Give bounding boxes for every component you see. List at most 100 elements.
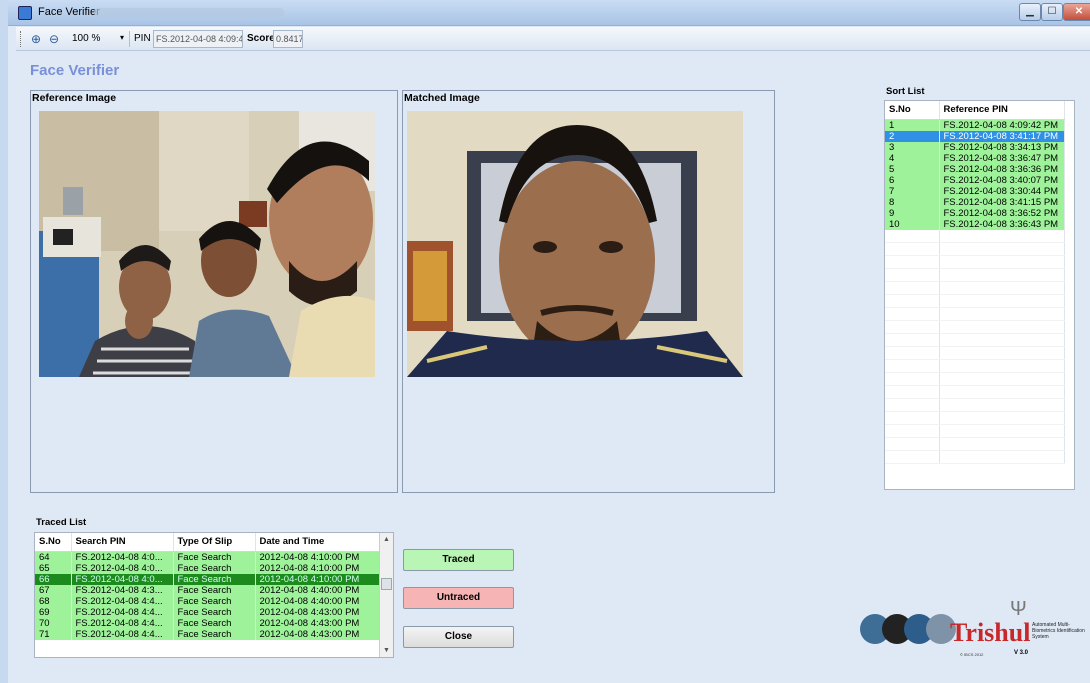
type-of-slip-cell: Face Search xyxy=(173,606,256,618)
logo-version: V 3.0 xyxy=(1014,650,1029,656)
date-time-cell: 2012-04-08 4:43:00 PM xyxy=(255,617,381,629)
table-row[interactable]: 67 FS.2012-04-08 4:3... Face Search 2012-04… xyxy=(35,584,381,596)
table-row[interactable]: 68 FS.2012-04-08 4:4... Face Search 2012-04… xyxy=(35,595,381,607)
date-time-cell: 2012-04-08 4:43:00 PM xyxy=(255,628,381,640)
sort-list-grid[interactable]: S.No Reference PIN 1 FS.2012-04-08 4:09:4… xyxy=(884,100,1075,490)
table-row[interactable]: 66 FS.2012-04-08 4:0... Face Search 2012-04… xyxy=(35,573,381,585)
traced-list-title: Traced List xyxy=(36,517,87,528)
column-header-type-of-slip[interactable]: Type Of Slip xyxy=(173,533,256,552)
sno-cell: 64 xyxy=(35,551,72,563)
column-header-search-pin[interactable]: Search PIN xyxy=(71,533,174,552)
score-label: Score xyxy=(247,33,275,44)
table-row[interactable]: 71 FS.2012-04-08 4:4... Face Search 2012-04… xyxy=(35,628,381,640)
sno-cell: 1 xyxy=(885,119,940,131)
type-of-slip-cell: Face Search xyxy=(173,617,256,629)
close-button[interactable]: Close xyxy=(403,626,514,648)
table-row[interactable]: 70 FS.2012-04-08 4:4... Face Search 2012-04… xyxy=(35,617,381,629)
empty-row xyxy=(885,398,1065,412)
window-title: Face Verifier xyxy=(38,6,100,18)
logo-subtitle: Automated Multi-Biometrics Identificatio… xyxy=(1032,622,1085,640)
close-window-button[interactable]: ✕ xyxy=(1063,3,1090,21)
toolbar: ⊕ ⊖ 100 % ▾ PIN FS.2012-04-08 4:09:4 Sco… xyxy=(16,27,1090,51)
reference-photo xyxy=(39,111,375,377)
empty-row xyxy=(885,346,1065,360)
table-row[interactable]: 2 FS.2012-04-08 3:41:17 PM xyxy=(885,130,1065,142)
date-time-cell: 2012-04-08 4:40:00 PM xyxy=(255,584,381,596)
empty-row xyxy=(885,307,1065,321)
title-bar[interactable]: Face Verifier ▁ ☐ ✕ xyxy=(8,0,1090,26)
sno-cell: 71 xyxy=(35,628,72,640)
search-pin-cell: FS.2012-04-08 4:4... xyxy=(71,595,174,607)
table-row[interactable]: 9 FS.2012-04-08 3:36:52 PM xyxy=(885,207,1065,219)
table-row[interactable]: 1 FS.2012-04-08 4:09:42 PM xyxy=(885,119,1065,131)
type-of-slip-cell: Face Search xyxy=(173,595,256,607)
search-pin-cell: FS.2012-04-08 4:4... xyxy=(71,617,174,629)
scrollbar-thumb[interactable] xyxy=(381,578,392,590)
table-row[interactable]: 69 FS.2012-04-08 4:4... Face Search 2012-04… xyxy=(35,606,381,618)
search-pin-cell: FS.2012-04-08 4:0... xyxy=(71,573,174,585)
sno-cell: 7 xyxy=(885,185,940,197)
table-row[interactable]: 3 FS.2012-04-08 3:34:13 PM xyxy=(885,141,1065,153)
blurred-title-region xyxy=(94,8,284,17)
zoom-in-icon[interactable]: ⊕ xyxy=(28,31,44,47)
date-time-cell: 2012-04-08 4:40:00 PM xyxy=(255,595,381,607)
reference-pin-cell: FS.2012-04-08 4:09:42 PM xyxy=(939,119,1065,131)
reference-image-panel: Reference Image xyxy=(30,90,398,493)
table-row[interactable]: 65 FS.2012-04-08 4:0... Face Search 2012-04… xyxy=(35,562,381,574)
zoom-out-icon[interactable]: ⊖ xyxy=(46,31,62,47)
empty-row xyxy=(885,385,1065,399)
sno-cell: 3 xyxy=(885,141,940,153)
empty-row xyxy=(885,294,1065,308)
sno-cell: 70 xyxy=(35,617,72,629)
pin-label: PIN xyxy=(134,33,151,44)
table-row[interactable]: 10 FS.2012-04-08 3:36:43 PM xyxy=(885,218,1065,230)
type-of-slip-cell: Face Search xyxy=(173,584,256,596)
search-pin-cell: FS.2012-04-08 4:3... xyxy=(71,584,174,596)
sno-cell: 69 xyxy=(35,606,72,618)
toolbar-separator xyxy=(129,31,130,47)
column-header-reference-pin[interactable]: Reference PIN xyxy=(939,101,1065,120)
table-row[interactable]: 5 FS.2012-04-08 3:36:36 PM xyxy=(885,163,1065,175)
scroll-down-icon[interactable]: ▼ xyxy=(380,644,393,657)
table-row[interactable]: 7 FS.2012-04-08 3:30:44 PM xyxy=(885,185,1065,197)
empty-row xyxy=(885,372,1065,386)
empty-row xyxy=(885,437,1065,451)
pin-field[interactable]: FS.2012-04-08 4:09:4 xyxy=(153,30,243,48)
reference-pin-cell: FS.2012-04-08 3:41:15 PM xyxy=(939,196,1065,208)
search-pin-cell: FS.2012-04-08 4:4... xyxy=(71,628,174,640)
toolbar-grip[interactable] xyxy=(20,31,23,47)
table-row[interactable]: 8 FS.2012-04-08 3:41:15 PM xyxy=(885,196,1065,208)
traced-button[interactable]: Traced xyxy=(403,549,514,571)
traced-list-grid[interactable]: S.No Search PIN Type Of Slip Date and Ti… xyxy=(34,532,394,658)
reference-pin-cell: FS.2012-04-08 3:40:07 PM xyxy=(939,174,1065,186)
scroll-up-icon[interactable]: ▲ xyxy=(380,533,393,546)
logo-brand: Trishul xyxy=(950,618,1031,647)
sno-cell: 67 xyxy=(35,584,72,596)
traced-list-scrollbar[interactable]: ▲ ▼ xyxy=(379,533,393,657)
table-row[interactable]: 6 FS.2012-04-08 3:40:07 PM xyxy=(885,174,1065,186)
sno-cell: 4 xyxy=(885,152,940,164)
zoom-level[interactable]: 100 % xyxy=(72,33,100,44)
column-header-date-and-time[interactable]: Date and Time xyxy=(255,533,381,552)
sno-cell: 8 xyxy=(885,196,940,208)
score-field[interactable]: 0.8417 xyxy=(273,30,303,48)
column-header-sno[interactable]: S.No xyxy=(35,533,72,552)
empty-row xyxy=(885,268,1065,282)
matched-image-title: Matched Image xyxy=(404,92,480,104)
table-row[interactable]: 64 FS.2012-04-08 4:0... Face Search 2012-04… xyxy=(35,551,381,563)
empty-row xyxy=(885,359,1065,373)
table-row[interactable]: 4 FS.2012-04-08 3:36:47 PM xyxy=(885,152,1065,164)
empty-row xyxy=(885,242,1065,256)
date-time-cell: 2012-04-08 4:10:00 PM xyxy=(255,562,381,574)
app-window: Face Verifier ▁ ☐ ✕ ⊕ ⊖ 100 % ▾ PIN FS.2… xyxy=(0,0,1090,683)
column-header-sno[interactable]: S.No xyxy=(885,101,940,120)
minimize-button[interactable]: ▁ xyxy=(1019,3,1041,21)
reference-pin-cell: FS.2012-04-08 3:36:43 PM xyxy=(939,218,1065,230)
reference-pin-cell: FS.2012-04-08 3:36:47 PM xyxy=(939,152,1065,164)
maximize-button[interactable]: ☐ xyxy=(1041,3,1063,21)
app-icon xyxy=(18,6,32,20)
empty-row xyxy=(885,229,1065,243)
untraced-button[interactable]: Untraced xyxy=(403,587,514,609)
empty-row xyxy=(885,411,1065,425)
chevron-down-icon[interactable]: ▾ xyxy=(120,33,124,42)
